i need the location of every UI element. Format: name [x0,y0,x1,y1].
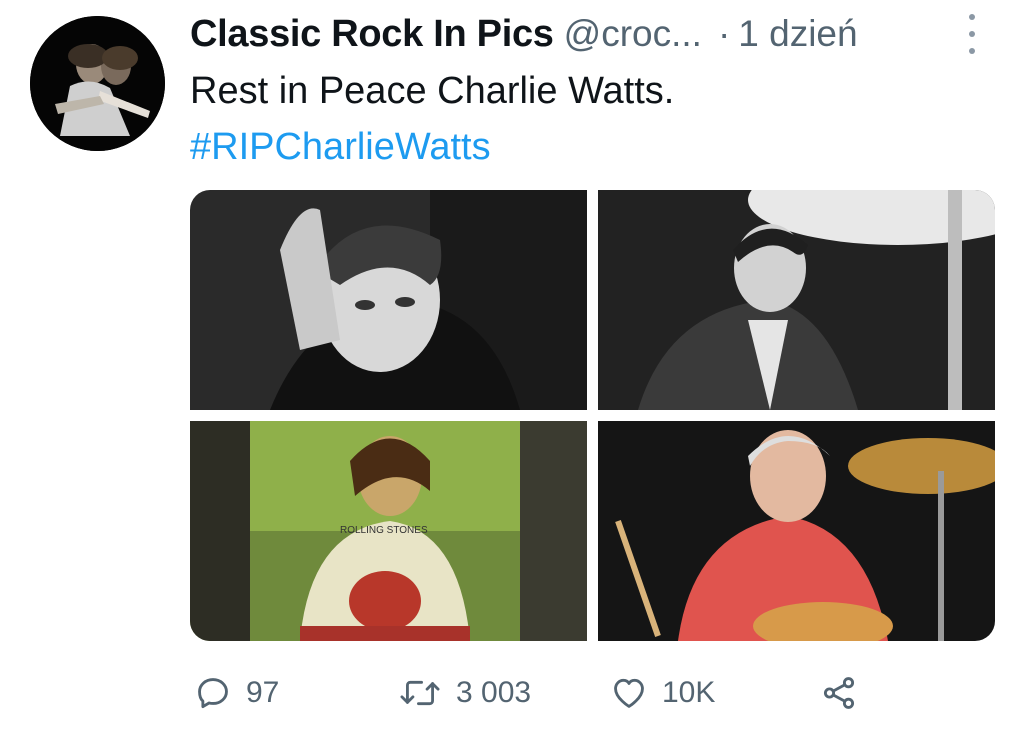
photo-4[interactable] [598,421,995,641]
separator: · [717,13,731,54]
photo-2[interactable] [598,190,995,410]
like-button[interactable]: 10K [610,670,715,716]
more-icon[interactable] [962,14,982,54]
heart-icon [610,674,648,712]
hashtag-link[interactable]: #RIPCharlieWatts [190,124,491,170]
shirt-print: ROLLING STONES [340,525,428,536]
tweet-header: Classic Rock In Pics @croc... · 1 dzień [190,10,858,58]
reply-button[interactable]: 97 [194,670,279,716]
tweet-text: Rest in Peace Charlie Watts. [190,70,675,112]
retweet-icon [398,674,442,712]
author-name[interactable]: Classic Rock In Pics [190,13,554,56]
share-button[interactable] [820,670,858,716]
photo-3[interactable]: ROLLING STONES [190,421,587,641]
like-count: 10K [662,676,716,709]
timestamp[interactable]: 1 dzień [738,13,857,55]
avatar[interactable] [30,16,165,151]
retweet-count: 3 003 [456,676,532,709]
reply-count: 97 [246,676,280,709]
share-icon [820,674,858,712]
retweet-button[interactable]: 3 003 [398,670,531,716]
reply-icon [194,674,232,712]
author-handle[interactable]: @croc... [564,13,702,55]
photo-1[interactable] [190,190,587,410]
media-grid: ROLLING STONES [190,190,995,641]
action-bar: 97 3 003 10K [190,670,995,716]
